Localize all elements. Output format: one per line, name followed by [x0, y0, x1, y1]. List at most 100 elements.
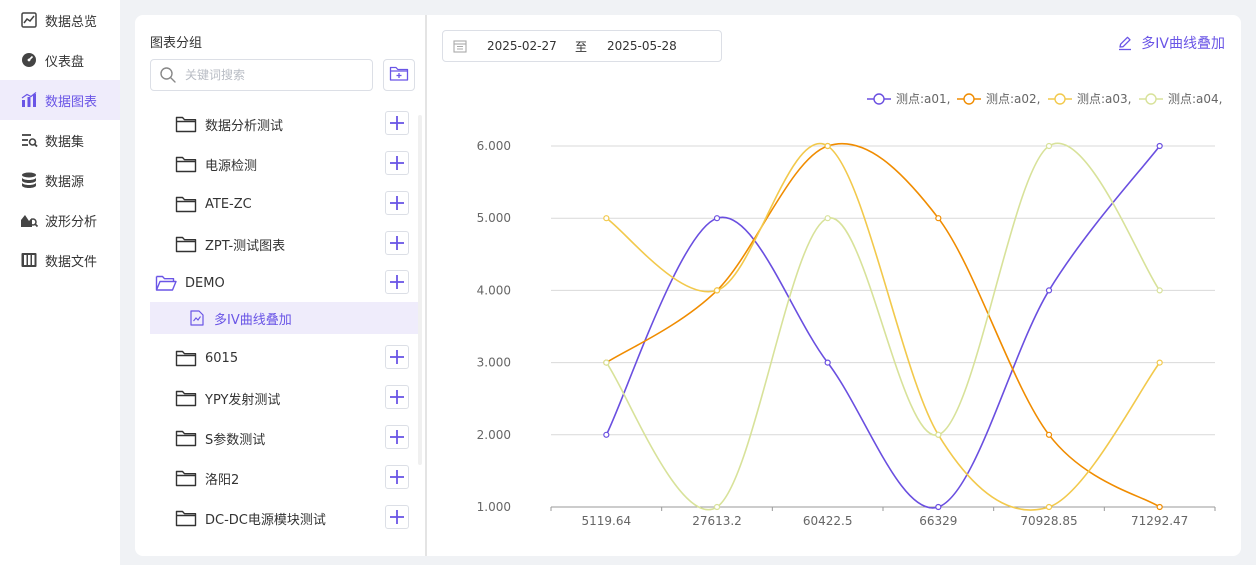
plus-icon	[389, 469, 405, 485]
legend-marker	[1054, 93, 1066, 105]
plus-icon	[389, 155, 405, 171]
y-tick-label: 3.000	[477, 356, 511, 370]
add-chart-button[interactable]	[385, 465, 409, 489]
add-folder-icon	[389, 64, 409, 86]
legend-marker	[873, 93, 885, 105]
tree-group[interactable]: 数据分析测试	[150, 106, 425, 142]
search-input[interactable]	[185, 68, 355, 82]
add-chart-button[interactable]	[385, 505, 409, 529]
data-point	[1156, 287, 1163, 294]
add-chart-button[interactable]	[385, 425, 409, 449]
nav-item-5[interactable]: 波形分析	[0, 200, 120, 240]
add-chart-button[interactable]	[385, 191, 409, 215]
x-tick-label: 60422.5	[803, 514, 853, 528]
search-box[interactable]	[150, 59, 373, 91]
nav-item-4[interactable]: 数据源	[0, 160, 120, 200]
tree-group-label: YPY发射测试	[205, 392, 281, 408]
tree-group-label: ATE-ZC	[205, 196, 252, 212]
data-point	[824, 142, 831, 150]
line-chart-file-icon	[190, 310, 206, 326]
tree-group[interactable]: YPY发射测试	[150, 380, 425, 416]
y-tick-label: 5.000	[477, 211, 511, 225]
data-point	[603, 359, 610, 366]
tree-chart-item[interactable]: 多IV曲线叠加	[150, 302, 418, 334]
tree-group[interactable]: S参数测试	[150, 420, 425, 456]
data-point	[1045, 503, 1053, 511]
folder-icon	[175, 429, 197, 447]
nav-item-0[interactable]: 数据总览	[0, 0, 120, 40]
series-line-4	[605, 142, 1161, 511]
gauge-icon	[20, 51, 38, 69]
nav-item-2[interactable]: 数据图表	[0, 80, 120, 120]
data-point	[1156, 503, 1163, 511]
x-tick-label: 5119.64	[582, 514, 632, 528]
nav-item-1[interactable]: 仪表盘	[0, 40, 120, 80]
data-point	[713, 503, 721, 511]
tree-group[interactable]: 电源检测	[150, 146, 425, 182]
tree-group[interactable]: DEMO	[150, 265, 425, 301]
plus-icon	[389, 509, 405, 525]
folder-icon	[175, 349, 197, 367]
nav-item-label: 数据文件	[45, 254, 98, 270]
add-group-button[interactable]	[383, 59, 415, 91]
plus-icon	[389, 389, 405, 405]
chart-group-panel: 图表分组 数据分析测试电源检测 ATE-ZC ZPT-测试图表 DEMO 6015 YPY…	[135, 15, 425, 556]
tree-group[interactable]: DC-DC电源模块测试	[150, 500, 425, 536]
database-icon	[20, 171, 38, 189]
legend-label: 测点:a04,	[1168, 92, 1222, 106]
add-chart-button[interactable]	[385, 231, 409, 255]
add-chart-button[interactable]	[385, 345, 409, 369]
line-chart: 6.000 5.000 4.000 3.000 2.000 1.000 5119.64 276…	[477, 92, 1223, 528]
nav-item-3[interactable]: 数据集	[0, 120, 120, 160]
folder-icon	[175, 195, 197, 213]
tree-group-label: 电源检测	[205, 158, 258, 174]
data-point	[935, 215, 942, 222]
data-point	[603, 215, 610, 222]
folder-icon	[175, 115, 197, 133]
data-point	[1156, 359, 1163, 366]
folder-icon	[175, 235, 197, 253]
legend-marker	[1145, 93, 1157, 105]
folder-icon	[175, 389, 197, 407]
folder-icon	[175, 155, 197, 173]
tree-group[interactable]: 洛阳2	[150, 460, 425, 496]
x-tick-label: 27613.2	[692, 514, 742, 528]
nav-item-6[interactable]: 数据文件	[0, 240, 120, 280]
plus-icon	[389, 235, 405, 251]
tree-scrollbar[interactable]	[418, 115, 422, 465]
data-point	[1045, 142, 1053, 150]
tree-group[interactable]: ZPT-测试图表	[150, 226, 425, 262]
add-chart-button[interactable]	[385, 151, 409, 175]
legend-label: 测点:a02,	[986, 92, 1040, 106]
plus-icon	[389, 115, 405, 131]
bar-chart-icon	[20, 91, 38, 109]
legend-label: 测点:a03,	[1077, 92, 1131, 106]
dataset-icon	[20, 131, 38, 149]
search-icon	[159, 66, 177, 84]
tree-group-label: 洛阳2	[205, 472, 240, 488]
nav-item-label: 仪表盘	[45, 54, 85, 70]
tree-group-label: 数据分析测试	[205, 118, 284, 134]
tree-group-label: ZPT-测试图表	[205, 238, 286, 254]
nav-item-label: 波形分析	[45, 214, 98, 230]
plus-icon	[389, 429, 405, 445]
data-point	[1045, 431, 1053, 438]
y-tick-label: 1.000	[477, 500, 511, 514]
data-point	[1156, 142, 1163, 150]
tree-group-label: S参数测试	[205, 432, 266, 448]
nav-item-label: 数据源	[45, 174, 85, 190]
tree-group[interactable]: 6015	[150, 340, 425, 376]
y-tick-label: 6.000	[477, 139, 511, 153]
tree-group[interactable]: ATE-ZC	[150, 186, 425, 222]
legend-marker	[963, 93, 975, 105]
nav-item-label: 数据图表	[45, 94, 98, 110]
add-chart-button[interactable]	[385, 270, 409, 294]
tree-group-label: 6015	[205, 350, 239, 366]
folder-icon	[175, 469, 197, 487]
data-point	[1045, 287, 1053, 294]
data-point	[935, 503, 942, 511]
add-chart-button[interactable]	[385, 111, 409, 135]
add-chart-button[interactable]	[385, 385, 409, 409]
nav-item-label: 数据集	[45, 134, 85, 150]
data-point	[603, 431, 610, 438]
